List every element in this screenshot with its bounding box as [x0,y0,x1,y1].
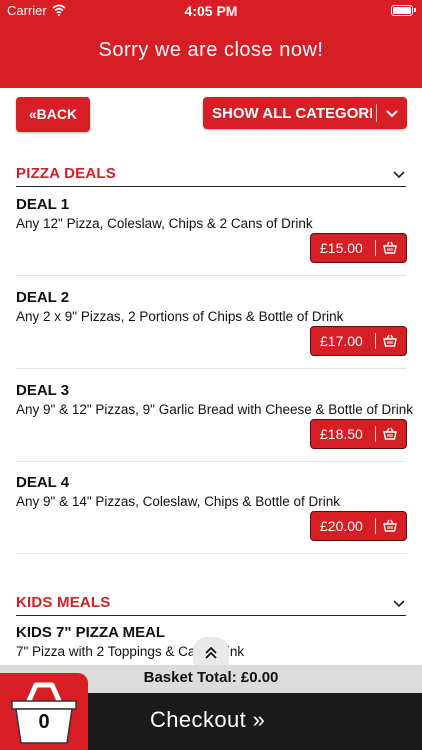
chevron-down-icon[interactable] [393,169,405,179]
divider [16,368,406,369]
section-header-pizza-deals[interactable]: PIZZA DEALS [16,163,406,187]
item-description: Any 12" Pizza, Coleslaw, Chips & 2 Cans … [16,216,313,231]
list-item: DEAL 4 Any 9" & 14" Pizzas, Coleslaw, Ch… [16,474,407,554]
basket-icon [383,519,397,532]
basket-total: Basket Total: £0.00 [143,669,279,686]
price-divider [375,426,376,442]
price-divider [375,240,376,256]
basket-icon [383,241,397,254]
checkout-label: Checkout » [150,707,266,732]
item-name: DEAL 1 [16,196,70,213]
back-button[interactable]: «BACK [16,97,90,132]
price-divider [375,333,376,349]
divider [16,275,406,276]
item-description: Any 2 x 9" Pizzas, 2 Portions of Chips &… [16,309,344,324]
item-price: £15.00 [320,240,363,256]
basket-button[interactable]: 0 [0,673,88,750]
section-header-kids-meals[interactable]: KIDS MEALS [16,592,406,616]
item-name: DEAL 2 [16,289,70,306]
closed-banner: Sorry we are close now! [0,22,422,88]
section-title: PIZZA DEALS [16,165,116,182]
list-item: DEAL 3 Any 9" & 12" Pizzas, 9" Garlic Br… [16,382,413,462]
add-to-basket-button[interactable]: £17.00 [310,326,407,356]
item-name: DEAL 3 [16,382,70,399]
list-item: DEAL 1 Any 12" Pizza, Coleslaw, Chips & … [16,196,407,276]
scroll-up-icon [205,646,217,659]
item-price: £18.50 [320,426,363,442]
item-description-tail: ink [226,644,245,659]
status-time: 4:05 PM [184,3,238,19]
add-to-basket-button[interactable]: £20.00 [310,511,407,541]
item-name: KIDS 7" PIZZA MEAL [16,624,166,641]
back-chevrons-icon: « [28,106,37,122]
list-item: DEAL 2 Any 2 x 9" Pizzas, 2 Portions of … [16,289,407,369]
section-title: KIDS MEALS [16,594,111,611]
chevron-down-icon[interactable] [393,598,405,608]
add-to-basket-button[interactable]: £18.50 [310,419,407,449]
divider [16,553,406,554]
status-bar: Carrier 4:05 PM [0,0,422,22]
price-divider [375,518,376,534]
basket-count: 0 [38,711,50,733]
closed-message: Sorry we are close now! [98,39,324,61]
battery-icon [391,5,416,16]
item-name: DEAL 4 [16,474,70,491]
basket-icon [383,427,397,440]
item-description: Any 9" & 12" Pizzas, 9" Garlic Bread wit… [16,402,414,417]
chevron-down-icon [386,110,398,118]
item-description-visible: 7" Pizza with 2 Toppings & Car [16,644,200,659]
scroll-to-top-button[interactable] [193,637,229,667]
item-price: £20.00 [320,518,363,534]
categories-label: SHOW ALL CATEGORI... [212,105,372,122]
basket-icon [383,334,397,347]
item-description: Any 9" & 14" Pizzas, Coleslaw, Chips & B… [16,494,340,509]
dropdown-divider [376,104,377,122]
divider [16,461,406,462]
add-to-basket-button[interactable]: £15.00 [310,233,407,263]
back-label: BACK [36,106,78,122]
item-price: £17.00 [320,333,363,349]
categories-dropdown[interactable]: SHOW ALL CATEGORI... [203,97,407,129]
